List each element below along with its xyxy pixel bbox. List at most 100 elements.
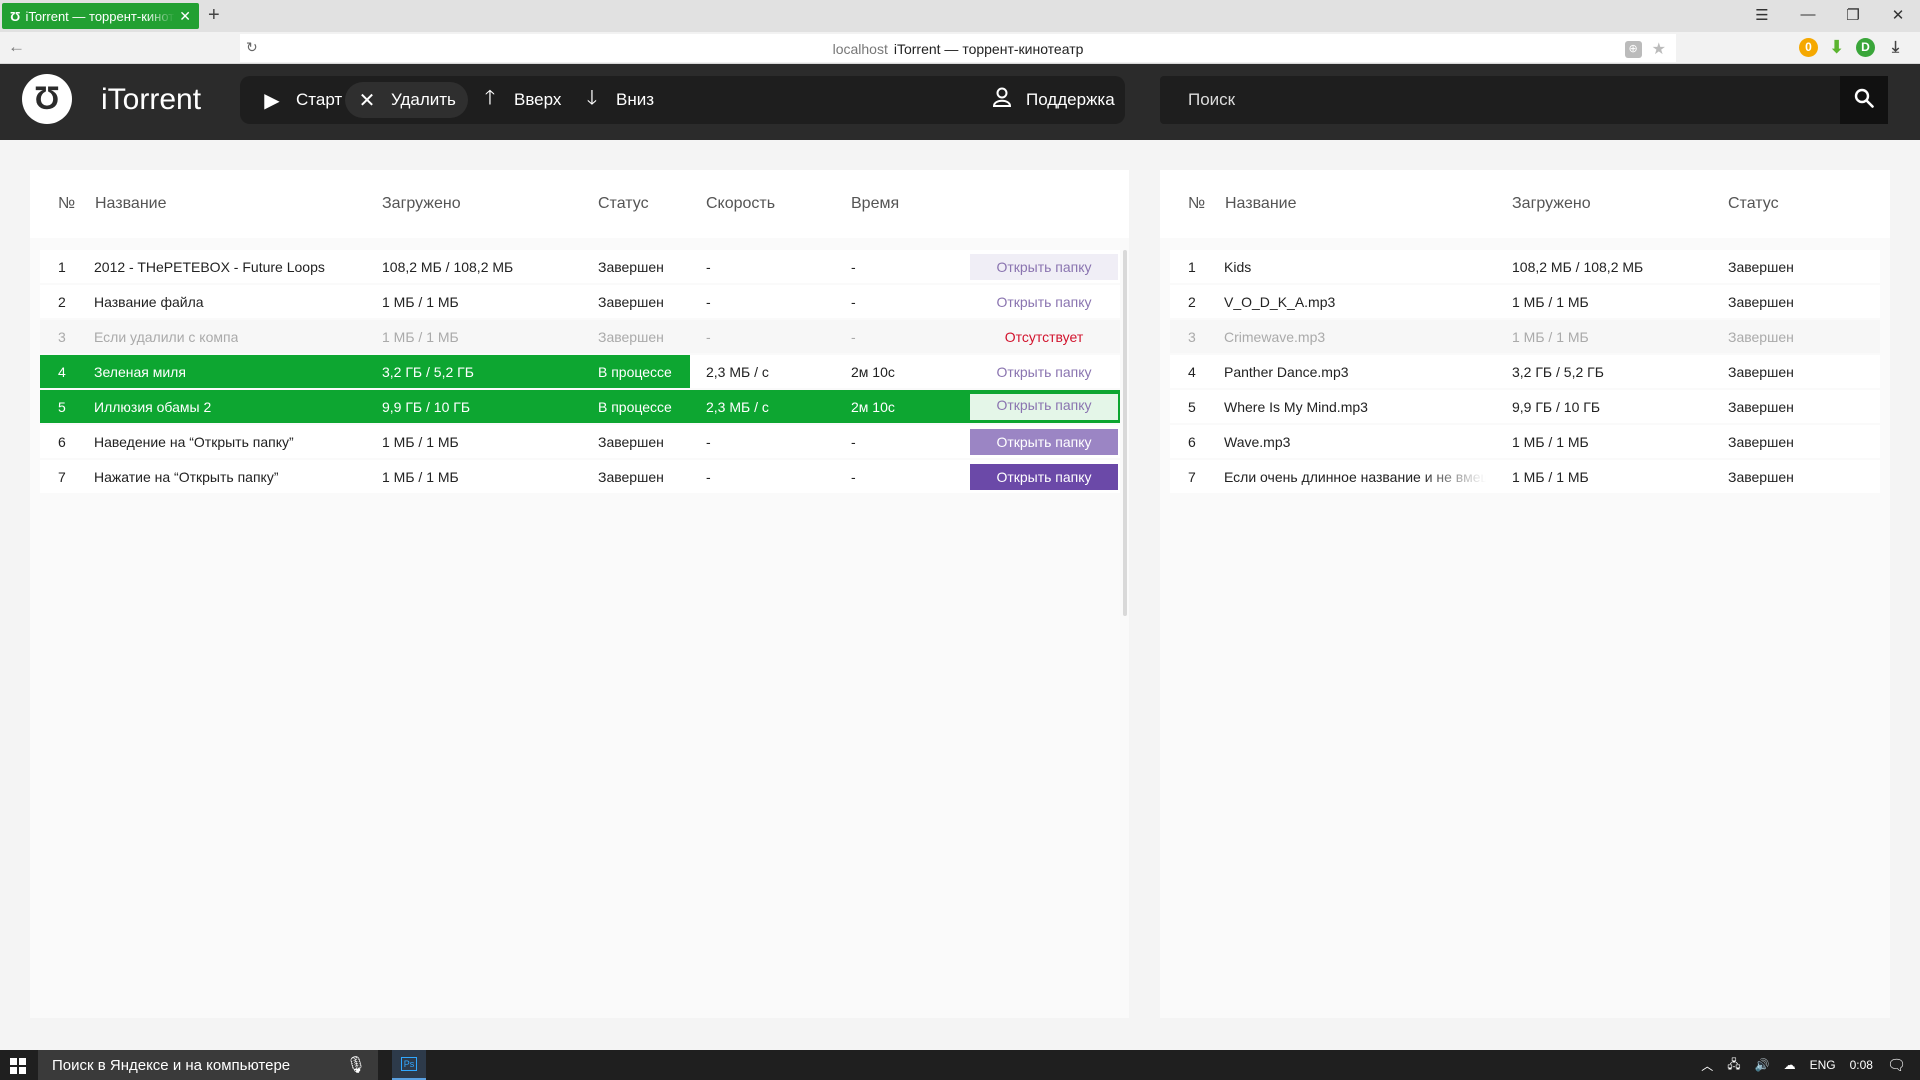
user-icon xyxy=(992,87,1012,113)
row-speed: - xyxy=(706,259,711,275)
downloads-table-header: № Название Загружено Статус Скорость Вре… xyxy=(30,170,1129,238)
table-row[interactable]: 7 Если очень длинное название и не вмеща… xyxy=(1170,460,1880,493)
taskbar-search[interactable]: Поиск в Яндексе и на компьютере 🎙 xyxy=(38,1050,378,1080)
row-loaded: 3,2 ГБ / 5,2 ГБ xyxy=(1512,364,1604,380)
table-row[interactable]: 7 Нажатие на “Открыть папку” 1 МБ / 1 МБ… xyxy=(40,460,1120,493)
col-loaded: Загружено xyxy=(1512,195,1591,212)
table-row[interactable]: 2 V_O_D_K_A.mp3 1 МБ / 1 МБ Завершен xyxy=(1170,285,1880,318)
row-status: Завершен xyxy=(1728,259,1794,275)
restore-icon[interactable]: ❐ xyxy=(1843,6,1863,24)
table-row[interactable]: 2 Название файла 1 МБ / 1 МБ Завершен - … xyxy=(40,285,1120,318)
address-bar: ← ↻ localhost iTorrent — торрент-кинотеат… xyxy=(0,32,1920,64)
row-num: 7 xyxy=(1188,469,1196,485)
scrollbar[interactable] xyxy=(1123,250,1127,616)
network-icon[interactable]: 🖧 xyxy=(1727,1055,1740,1076)
protect-icon[interactable]: ⊕ xyxy=(1624,40,1642,58)
row-name: Зеленая миля xyxy=(94,364,186,380)
table-row[interactable]: 6 Wave.mp3 1 МБ / 1 МБ Завершен xyxy=(1170,425,1880,458)
open-folder-button[interactable]: Открыть папку xyxy=(970,289,1118,315)
support-button[interactable]: Поддержка xyxy=(980,82,1127,118)
taskbar-search-text: Поиск в Яндексе и на компьютере xyxy=(52,1057,291,1074)
row-loaded: 1 МБ / 1 МБ xyxy=(1512,469,1589,485)
row-name: Иллюзия обамы 2 xyxy=(94,399,212,415)
table-row[interactable]: 3 Crimewave.mp3 1 МБ / 1 МБ Завершен xyxy=(1170,320,1880,353)
col-num: № xyxy=(1188,195,1206,212)
row-num: 1 xyxy=(1188,259,1196,275)
itorrent-logo-icon[interactable]: Ʊ xyxy=(22,74,72,124)
row-loaded: 9,9 ГБ / 10 ГБ xyxy=(382,399,471,415)
row-speed: - xyxy=(706,294,711,310)
search-input[interactable] xyxy=(1160,76,1840,124)
row-num: 4 xyxy=(1188,364,1196,380)
table-row[interactable]: 1 Kids 108,2 МБ / 108,2 МБ Завершен xyxy=(1170,250,1880,283)
table-row[interactable]: 6 Наведение на “Открыть папку” 1 МБ / 1 … xyxy=(40,425,1120,458)
row-name: Kids xyxy=(1224,259,1252,275)
table-row[interactable]: 3 Если удалили с компа 1 МБ / 1 МБ Завер… xyxy=(40,320,1120,353)
menu-icon[interactable]: ☰ xyxy=(1752,6,1772,24)
row-status: Завершен xyxy=(1728,294,1794,310)
minimize-icon[interactable]: — xyxy=(1798,6,1818,23)
browser-tab[interactable]: Ʊ iTorrent — торрент-кинотеатр ✕ xyxy=(2,3,199,29)
downloads-icon[interactable]: ⤓ xyxy=(1886,38,1905,57)
row-status: Завершен xyxy=(598,259,664,275)
row-name: Where Is My Mind.mp3 xyxy=(1224,399,1368,415)
row-status: Завершен xyxy=(1728,399,1794,415)
windows-start-icon[interactable] xyxy=(10,1058,26,1074)
open-folder-button[interactable]: Открыть папку xyxy=(970,429,1118,455)
table-row[interactable]: 5 Иллюзия обамы 2 9,9 ГБ / 10 ГБ В проце… xyxy=(40,390,1120,423)
row-time: - xyxy=(851,294,856,310)
search-bar xyxy=(1160,76,1888,124)
start-button[interactable]: ▶ Старт xyxy=(250,82,354,118)
language-indicator[interactable]: ENG xyxy=(1810,1058,1836,1072)
cloud-icon[interactable]: ☁ xyxy=(1784,1058,1796,1072)
col-status: Статус xyxy=(1728,195,1779,212)
back-arrow-icon[interactable]: ← xyxy=(8,37,25,57)
clock[interactable]: 0:08 xyxy=(1850,1058,1873,1072)
delete-button[interactable]: ✕ Удалить xyxy=(345,82,468,118)
photoshop-app-icon[interactable]: Ps xyxy=(392,1050,426,1080)
downloads-panel: № Название Загружено Статус Скорость Вре… xyxy=(30,170,1129,1018)
row-loaded: 9,9 ГБ / 10 ГБ xyxy=(1512,399,1601,415)
close-tab-icon[interactable]: ✕ xyxy=(179,8,191,25)
row-speed: - xyxy=(706,434,711,450)
notifications-icon[interactable]: 🗨 xyxy=(1887,1056,1906,1074)
download-extension-icon[interactable]: ⬇ xyxy=(1827,38,1846,57)
row-status: Завершен xyxy=(1728,329,1794,345)
row-status: Завершен xyxy=(1728,469,1794,485)
close-window-icon[interactable]: ✕ xyxy=(1888,6,1908,24)
url-field[interactable]: ↻ localhost iTorrent — торрент-кинотеатр … xyxy=(240,34,1676,62)
table-row[interactable]: 4 Panther Dance.mp3 3,2 ГБ / 5,2 ГБ Заве… xyxy=(1170,355,1880,388)
open-folder-button[interactable]: Открыть папку xyxy=(968,392,1120,422)
table-row[interactable]: 5 Where Is My Mind.mp3 9,9 ГБ / 10 ГБ За… xyxy=(1170,390,1880,423)
row-loaded: 1 МБ / 1 МБ xyxy=(1512,434,1589,450)
bookmark-star-icon[interactable]: ★ xyxy=(1652,39,1666,59)
row-num: 2 xyxy=(1188,294,1196,310)
row-loaded: 1 МБ / 1 МБ xyxy=(382,329,459,345)
open-folder-button[interactable]: Открыть папку xyxy=(970,359,1118,385)
col-loaded: Загружено xyxy=(382,195,461,212)
table-row[interactable]: 1 2012 - THePETEBOX - Future Loops 108,2… xyxy=(40,250,1120,283)
row-num: 5 xyxy=(58,399,66,415)
row-status: В процессе xyxy=(598,399,672,415)
open-folder-button[interactable]: Открыть папку xyxy=(970,254,1118,280)
col-speed: Скорость xyxy=(706,195,776,212)
chevron-up-icon[interactable]: ︿ xyxy=(1701,1057,1713,1074)
system-tray: ︿ 🖧 🔊 ☁ ENG 0:08 🗨 xyxy=(1701,1050,1920,1080)
row-num: 1 xyxy=(58,259,66,275)
extension-orange-icon[interactable]: 0 xyxy=(1799,38,1818,57)
move-down-button[interactable]: 🡓 Вниз xyxy=(570,82,666,118)
extension-green-icon[interactable]: D xyxy=(1856,38,1875,57)
table-row[interactable]: 4 Зеленая миля 3,2 ГБ / 5,2 ГБ В процесс… xyxy=(40,355,1120,388)
url-page-title: iTorrent — торрент-кинотеатр xyxy=(893,41,1084,57)
url-host: localhost xyxy=(832,41,888,57)
volume-icon[interactable]: 🔊 xyxy=(1755,1058,1770,1072)
search-button[interactable] xyxy=(1840,76,1888,124)
close-x-icon: ✕ xyxy=(358,89,376,112)
files-panel: № Название Загружено Статус 1 Kids 108,2… xyxy=(1160,170,1890,1018)
new-tab-button[interactable]: + xyxy=(208,4,220,27)
brand-name: iTorrent xyxy=(101,83,202,116)
open-folder-button[interactable]: Открыть папку xyxy=(970,464,1118,490)
move-up-button[interactable]: 🡑 Вверх xyxy=(468,82,573,118)
microphone-icon[interactable]: 🎙 xyxy=(346,1055,366,1075)
row-name: Panther Dance.mp3 xyxy=(1224,364,1349,380)
